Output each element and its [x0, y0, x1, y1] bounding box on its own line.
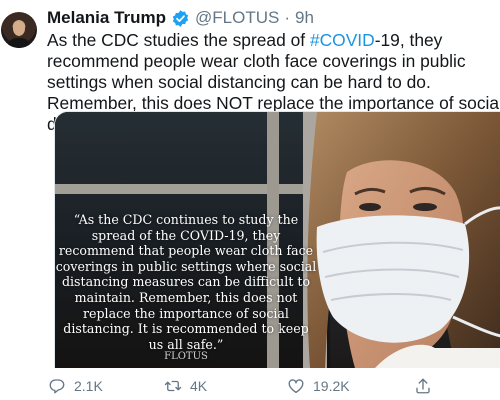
tweet-header: Melania Trump @FLOTUS · 9h — [47, 7, 314, 29]
heart-icon — [288, 379, 304, 394]
tweet-card[interactable]: Melania Trump @FLOTUS · 9h As the CDC st… — [0, 0, 500, 400]
image-quote-text: “As the CDC continues to study the sprea… — [55, 212, 317, 362]
tweet-timestamp[interactable]: 9h — [295, 8, 314, 28]
avatar[interactable] — [1, 12, 37, 48]
avatar-body — [7, 38, 31, 48]
share-button[interactable] — [414, 377, 440, 395]
tweet-text-start: As the CDC studies the spread of — [47, 30, 310, 50]
quote-signature: FLOTUS — [164, 351, 208, 363]
tweet-actions: 2.1K 4K 19.2K — [44, 375, 484, 397]
like-count: 19.2K — [313, 378, 350, 394]
quote-body: “As the CDC continues to study the sprea… — [55, 212, 317, 352]
reply-count: 2.1K — [74, 378, 103, 394]
header-separator: · — [284, 8, 291, 27]
hashtag-link[interactable]: #COVID — [310, 30, 375, 50]
reply-icon — [49, 379, 65, 394]
author-name[interactable]: Melania Trump — [47, 8, 166, 28]
retweet-button[interactable]: 4K — [164, 377, 207, 395]
avatar-face — [13, 21, 25, 36]
like-button[interactable]: 19.2K — [287, 377, 350, 395]
verified-badge-icon — [172, 9, 189, 27]
share-icon — [416, 378, 430, 394]
reply-button[interactable]: 2.1K — [48, 377, 103, 395]
retweet-count: 4K — [190, 378, 208, 394]
author-handle[interactable]: @FLOTUS — [195, 8, 279, 28]
retweet-icon — [164, 380, 182, 392]
tweet-media-image[interactable]: “As the CDC continues to study the sprea… — [54, 111, 500, 368]
